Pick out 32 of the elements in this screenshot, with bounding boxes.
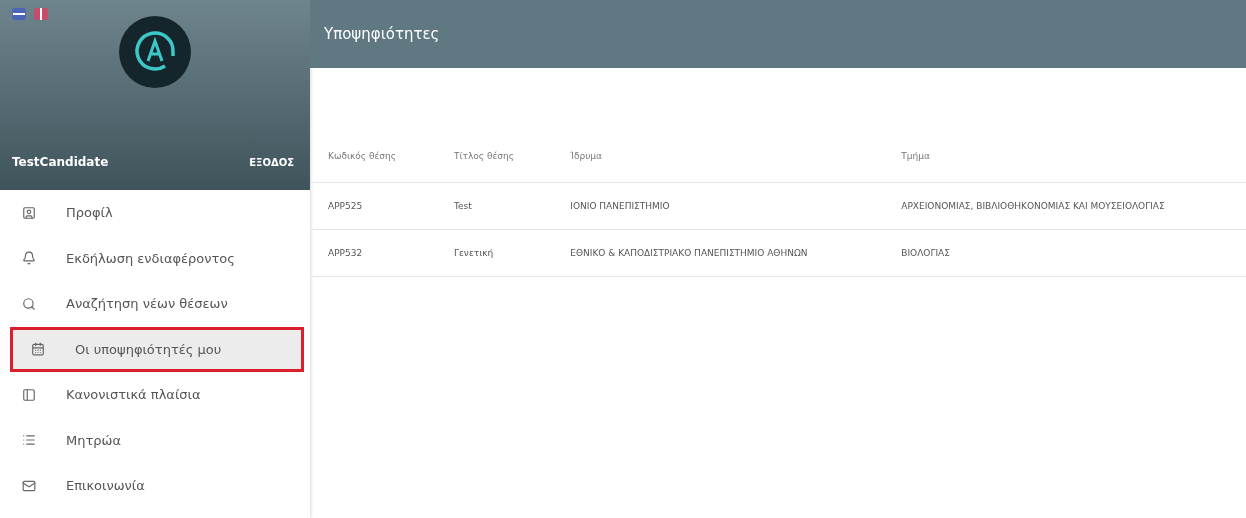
table-cell: ΒΙΟΛΟΓΙΑΣ [883, 229, 1246, 277]
table-cell: Test [436, 182, 553, 230]
menu-item[interactable]: Κανονιστικά πλαίσια [0, 372, 310, 418]
menu-item[interactable]: Εκδήλωση ενδιαφέροντος [0, 235, 310, 281]
menu-item[interactable]: Προφίλ [0, 190, 310, 236]
mail-icon [22, 478, 36, 493]
table-cell: Γενετική [436, 229, 553, 277]
table-cell: ΙΟΝΙΟ ΠΑΝΕΠΙΣΤΗΜΙΟ [552, 182, 884, 230]
logout-button[interactable]: ΕΞΟΔΟΣ [245, 152, 298, 172]
calendar-icon [31, 342, 45, 357]
bell-icon [22, 251, 36, 266]
profile-icon [22, 205, 36, 220]
column-header: Ίδρυμα [552, 130, 884, 183]
table-cell: APP532 [310, 229, 436, 277]
uk-flag-icon[interactable] [34, 8, 48, 20]
table-cell: APP525 [310, 182, 436, 230]
list-icon [22, 433, 36, 448]
column-header: Τμήμα [883, 130, 1246, 183]
logo-icon [119, 16, 191, 88]
greek-flag-icon[interactable] [12, 8, 26, 20]
menu-item[interactable]: Οι υποψηφιότητές μου [10, 326, 304, 372]
page-title: Υποψηφιότητες [324, 25, 440, 43]
menu-item[interactable]: Μητρώα [0, 417, 310, 463]
table-cell: ΕΘΝΙΚΟ & ΚΑΠΟΔΙΣΤΡΙΑΚΟ ΠΑΝΕΠΙΣΤΗΜΙΟ ΑΘΗΝΩΝ [552, 229, 884, 277]
frame-icon [22, 387, 36, 402]
user-name: TestCandidate [12, 155, 109, 169]
menu-item[interactable]: Αναζήτηση νέων θέσεων [0, 281, 310, 327]
table-cell: ΑΡΧΕΙΟΝΟΜΙΑΣ, ΒΙΒΛΙΟΘΗΚΟΝΟΜΙΑΣ ΚΑΙ ΜΟΥΣΕΙΟΛΟΓΙΑΣ [883, 182, 1246, 230]
column-header: Τίτλος θέσης [436, 130, 553, 183]
menu-item[interactable]: Επικοινωνία [0, 463, 310, 509]
column-header: Κωδικός θέσης [310, 130, 436, 183]
search-icon [22, 296, 36, 311]
